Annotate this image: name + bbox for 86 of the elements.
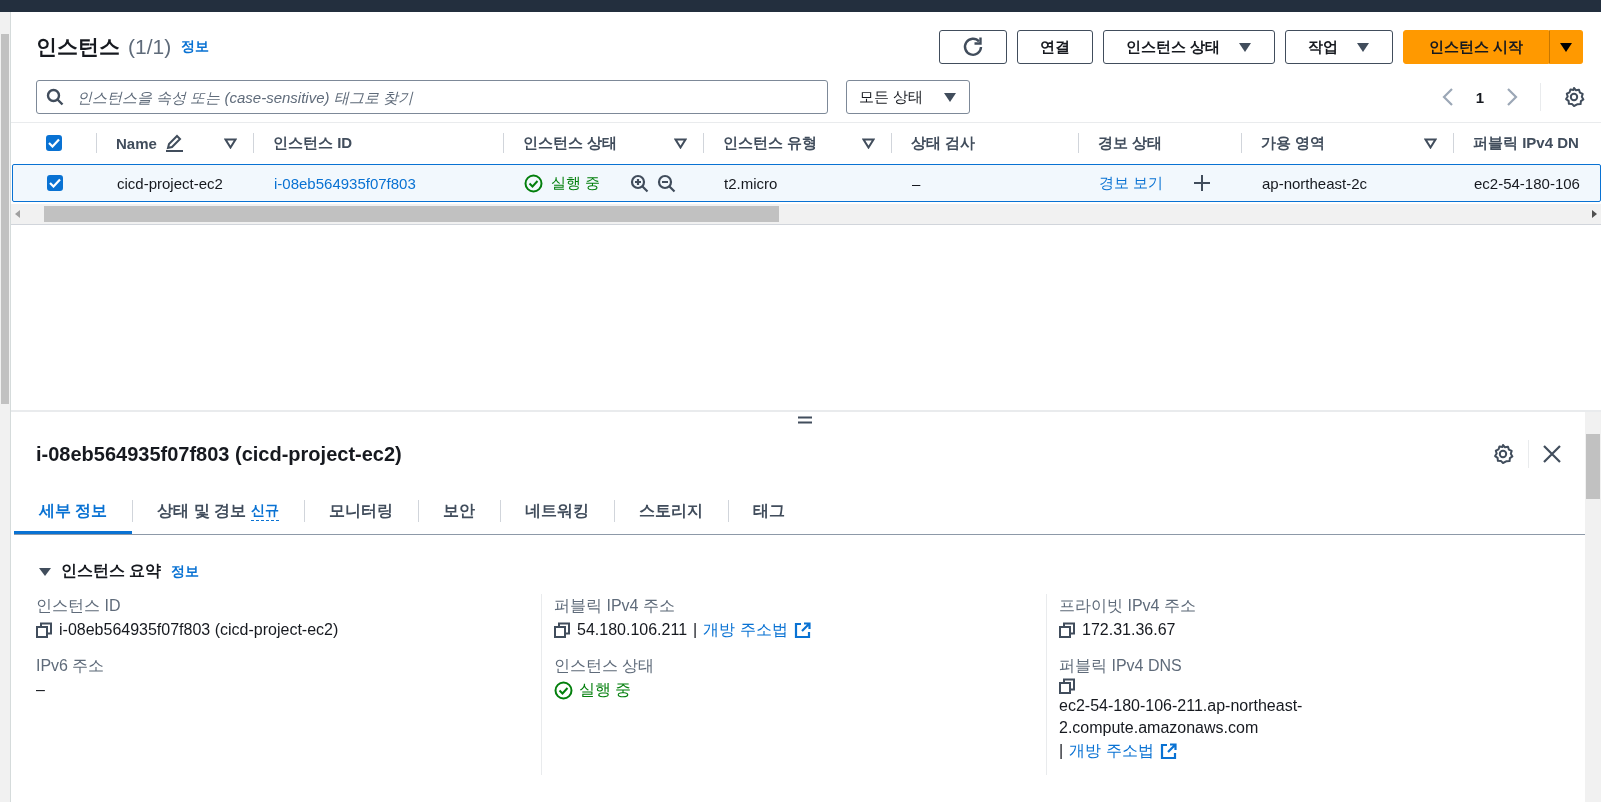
- info-link[interactable]: 정보: [181, 38, 210, 56]
- dropdown-button[interactable]: 작업: [1284, 30, 1393, 64]
- status-text: 실행 중: [551, 173, 601, 193]
- table-cell: t2.micro: [724, 174, 778, 192]
- info-link[interactable]: 정보: [171, 562, 200, 581]
- instance-id-link[interactable]: i-08eb564935f07f803: [274, 174, 416, 192]
- table-cell: ap-northeast-2c: [1262, 174, 1368, 192]
- column-header[interactable]: 상태 검사: [891, 123, 1078, 163]
- scrollbar-thumb[interactable]: [1, 34, 9, 404]
- view-alarms-link[interactable]: 경보 보기: [1099, 173, 1164, 193]
- zoom-out-icon[interactable]: [657, 173, 677, 193]
- tab[interactable]: 보안: [418, 488, 501, 534]
- column-header[interactable]: 퍼블릭 IPv4 DN: [1453, 123, 1601, 163]
- tab[interactable]: 상태 및 경보 신규: [132, 488, 305, 534]
- tab[interactable]: 태그: [728, 488, 811, 534]
- check-circle-icon: [524, 173, 543, 193]
- search-field[interactable]: 인스턴스을 속성 또는 (case-sensitive) 태그로 찾기: [36, 80, 828, 114]
- caret-icon: [1355, 41, 1370, 53]
- table-cell: cicd-project-ec2: [117, 174, 223, 192]
- collapse-icon[interactable]: [39, 566, 51, 577]
- copy-icon[interactable]: [554, 621, 571, 639]
- settings-icon[interactable]: [1563, 86, 1585, 108]
- caret-icon: [1559, 41, 1573, 53]
- tab[interactable]: 모니터링: [304, 488, 419, 534]
- column-header[interactable]: 인스턴스 ID: [253, 123, 503, 163]
- refresh-icon: [961, 36, 984, 58]
- table-cell: –: [912, 174, 921, 192]
- sort-icon[interactable]: [1424, 137, 1437, 149]
- resize-handle-icon[interactable]: [797, 416, 813, 424]
- field-value: –: [36, 680, 45, 700]
- field-label: 프라이빗 IPv4 주소: [1059, 596, 1197, 616]
- pencil-icon: [164, 134, 185, 152]
- checkbox[interactable]: [47, 175, 63, 191]
- caret-icon: [943, 91, 957, 103]
- separator-text: |: [693, 620, 698, 640]
- field-value: i-08eb564935f07f803 (cicd-project-ec2): [59, 620, 339, 640]
- status-text: 실행 중: [579, 680, 632, 700]
- copy-icon[interactable]: [1059, 678, 1076, 695]
- tab[interactable]: 네트워킹: [500, 488, 615, 534]
- launch-button[interactable]: 인스턴스 시작: [1402, 30, 1549, 64]
- field-label: 인스턴스 ID: [36, 596, 122, 616]
- copy-icon[interactable]: [36, 621, 53, 639]
- panel-title: i-08eb564935f07f803 (cicd-project-ec2): [36, 442, 402, 466]
- instance-count: (1/1): [128, 35, 172, 59]
- external-link-icon[interactable]: [1159, 742, 1177, 760]
- field-label: IPv6 주소: [36, 656, 106, 676]
- field-value: ec2-54-180-106-211.ap-northeast-2.compute.amazonaws.com: [1059, 696, 1304, 738]
- open-address-link[interactable]: 개방 주소법: [703, 618, 788, 642]
- tab[interactable]: 세부 정보: [14, 488, 133, 534]
- plus-icon[interactable]: [1193, 174, 1212, 192]
- sort-icon[interactable]: [862, 137, 875, 149]
- search-icon: [46, 88, 64, 106]
- table-cell: ec2-54-180-106: [1474, 174, 1580, 192]
- field-label: 퍼블릭 IPv4 DNS: [1059, 656, 1183, 676]
- separator-text: |: [1059, 741, 1064, 761]
- close-icon[interactable]: [1543, 445, 1561, 463]
- dropdown-button[interactable]: 인스턴스 상태: [1102, 30, 1275, 64]
- sort-icon[interactable]: [674, 137, 687, 149]
- page-title: 인스턴스: [36, 34, 120, 60]
- checkbox[interactable]: [45, 135, 62, 151]
- page-number[interactable]: 1: [1475, 88, 1484, 106]
- external-link-icon[interactable]: [793, 621, 811, 639]
- field-value: 54.180.106.211: [577, 620, 688, 640]
- scrollbar-thumb[interactable]: [1586, 434, 1600, 499]
- column-header[interactable]: 인스턴스 유형: [703, 123, 891, 163]
- caret-icon: [1237, 41, 1252, 53]
- zoom-in-icon[interactable]: [630, 173, 650, 193]
- launch-menu-button[interactable]: [1549, 30, 1583, 64]
- check-circle-icon: [554, 680, 573, 700]
- state-filter-dropdown[interactable]: 모든 상태: [846, 80, 970, 114]
- refresh-button[interactable]: [938, 30, 1007, 64]
- column-header[interactable]: 가용 영역: [1241, 123, 1453, 163]
- field-value: 172.31.36.67: [1082, 620, 1176, 640]
- copy-icon[interactable]: [1059, 621, 1076, 639]
- field-label: 인스턴스 상태: [554, 656, 656, 676]
- section-title: 인스턴스 요약: [61, 561, 162, 581]
- open-address-link[interactable]: 개방 주소법: [1069, 739, 1154, 763]
- settings-icon[interactable]: [1492, 443, 1514, 465]
- connect-button[interactable]: 연결: [1016, 30, 1093, 64]
- scrollbar-thumb[interactable]: [44, 206, 779, 222]
- sort-icon[interactable]: [224, 137, 237, 149]
- column-header[interactable]: 경보 상태: [1078, 123, 1241, 163]
- column-header[interactable]: 인스턴스 상태: [503, 123, 703, 163]
- tab[interactable]: 스토리지: [614, 488, 729, 534]
- column-header[interactable]: Name: [96, 123, 253, 163]
- field-label: 퍼블릭 IPv4 주소: [554, 596, 676, 616]
